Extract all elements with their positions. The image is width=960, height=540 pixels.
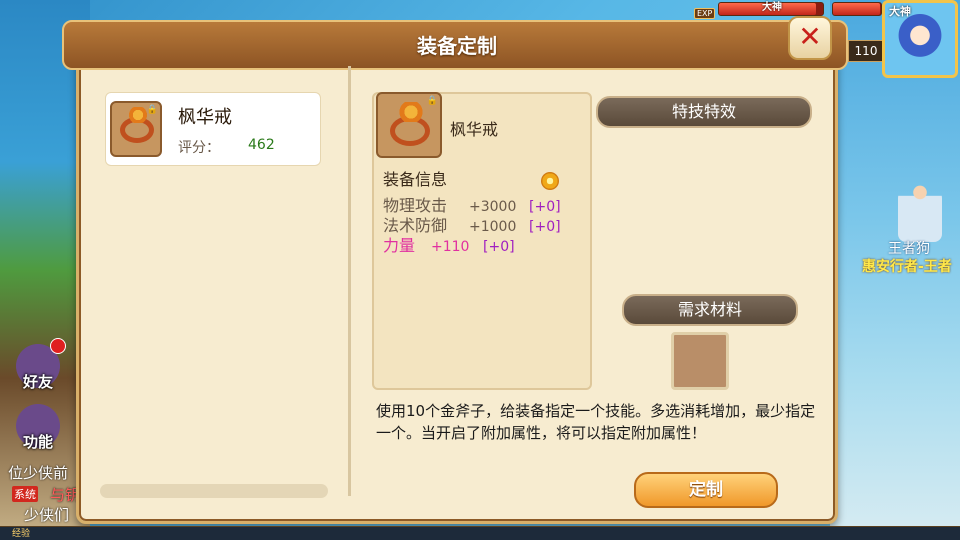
exp-badge: EXP bbox=[694, 8, 716, 19]
npc-name: 王者狗 bbox=[888, 241, 930, 257]
item-name: 枫华戒 bbox=[178, 107, 232, 128]
panel-divider bbox=[348, 66, 351, 496]
notification-dot bbox=[50, 338, 66, 354]
detail-item-name: 枫华戒 bbox=[450, 120, 499, 139]
player-avatar[interactable]: 大神 bbox=[882, 0, 958, 78]
npc-character[interactable] bbox=[898, 180, 942, 242]
chat-line: 位少侠前 bbox=[8, 464, 69, 482]
equipment-info-label: 装备信息 bbox=[383, 170, 448, 189]
description-text: 使用10个金斧子，给装备指定一个技能。多选消耗增加，最少指定一个。当开启了附加属… bbox=[376, 402, 816, 442]
coin-icon bbox=[541, 172, 559, 190]
item-score: 462 bbox=[248, 137, 275, 153]
material-slot[interactable] bbox=[671, 332, 729, 390]
player-level: 110 bbox=[848, 40, 884, 62]
chat-line: 少侠们 bbox=[24, 506, 70, 524]
list-scrollbar[interactable] bbox=[100, 484, 328, 498]
target-rank-tag: 大神 bbox=[762, 2, 782, 13]
customize-button[interactable]: 定制 bbox=[634, 472, 778, 508]
required-materials-banner: 需求材料 bbox=[622, 294, 798, 326]
attribute-row: 力量 +110 [+0] bbox=[383, 232, 515, 256]
friends-button[interactable]: 好友 bbox=[10, 338, 66, 394]
item-score-label: 评分： bbox=[178, 140, 220, 156]
exp-strip: 经验 bbox=[0, 526, 960, 540]
player-hp-fill bbox=[833, 3, 881, 15]
equipment-list-item[interactable]: 🔒 枫华戒 评分： 462 bbox=[105, 92, 321, 166]
friends-label: 好友 bbox=[22, 373, 53, 391]
ring-icon: 🔒 bbox=[110, 101, 162, 157]
function-button[interactable]: 功能 bbox=[10, 398, 66, 454]
special-effects-banner: 特技特效 bbox=[596, 96, 812, 128]
close-icon: ✕ bbox=[798, 20, 822, 53]
lock-icon: 🔒 bbox=[426, 96, 438, 106]
attr-value: +110 bbox=[431, 239, 470, 255]
player-rank-tag: 大神 bbox=[889, 5, 911, 18]
attr-name: 力量 bbox=[383, 236, 416, 255]
attr-bonus: [+0] bbox=[529, 219, 561, 235]
lock-icon: 🔒 bbox=[146, 105, 158, 115]
ring-icon: 🔒 bbox=[376, 92, 442, 158]
chat-system-tag: 系统 bbox=[12, 486, 38, 502]
function-label: 功能 bbox=[22, 433, 53, 451]
attr-bonus: [+0] bbox=[483, 239, 515, 255]
dialog-title: 装备定制 bbox=[417, 34, 497, 58]
npc-title: 惠安行者-王者 bbox=[862, 259, 952, 275]
close-button[interactable]: ✕ bbox=[788, 16, 832, 60]
exp-label: 经验 bbox=[12, 529, 31, 539]
player-hp-bar bbox=[832, 2, 882, 16]
dialog-title-bar: 装备定制 bbox=[62, 20, 848, 70]
